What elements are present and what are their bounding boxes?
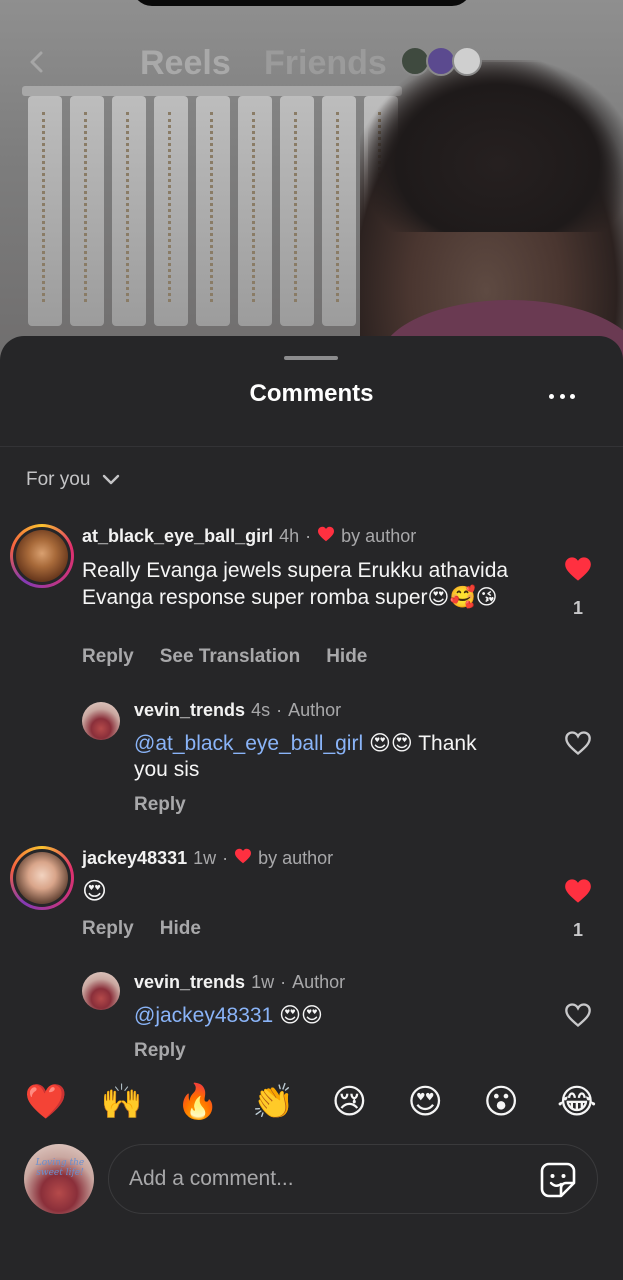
liked-by-author-badge: by author [341, 526, 417, 546]
reply-actions: Reply [134, 1040, 186, 1062]
emoji-quick-bar: ❤️ 🙌 🔥 👏 😢 😍 😮 😂 [0, 1076, 623, 1128]
emoji-fire-button[interactable]: 🔥 [176, 1080, 220, 1124]
meta-separator: · [276, 700, 283, 720]
heart-icon [318, 526, 335, 542]
comment-header: at_black_eye_ball_girl 4h · by author [82, 526, 416, 547]
sticker-icon[interactable] [539, 1161, 577, 1199]
reply-body-line2: you sis [134, 758, 200, 781]
more-dot-icon [570, 393, 575, 399]
liked-by-author-badge: by author [258, 848, 334, 868]
mention-link[interactable]: @jackey48331 [134, 1004, 273, 1027]
comment-actions: Reply Hide [82, 918, 201, 940]
heart-icon[interactable] [564, 556, 592, 582]
reply-text: @jackey48331 😍😍 [134, 1002, 534, 1029]
reply-button[interactable]: Reply [82, 918, 134, 940]
reply-header: vevin_trends 4s · Author [134, 700, 341, 721]
emoji-raising-hands-button[interactable]: 🙌 [100, 1080, 144, 1124]
reply-button[interactable]: Reply [82, 646, 134, 668]
more-dot-icon [549, 393, 554, 399]
emoji-heart-button[interactable]: ❤️ [24, 1080, 68, 1124]
mention-link[interactable]: @at_black_eye_ball_girl [134, 732, 363, 755]
reply-actions: Reply [134, 794, 186, 816]
comment-input-placeholder: Add a comment... [129, 1167, 294, 1190]
tab-reels[interactable]: Reels [140, 44, 231, 83]
comment-username[interactable]: at_black_eye_ball_girl [82, 526, 273, 547]
meta-separator: · [280, 972, 287, 992]
composer-avatar: Loving the sweet life! [24, 1144, 94, 1214]
meta-separator: · [222, 848, 229, 868]
author-badge: Author [292, 972, 346, 992]
sheet-title: Comments [249, 380, 374, 407]
emoji-crying-button[interactable]: 😢 [327, 1080, 371, 1124]
comment-filter-dropdown[interactable]: For you [26, 466, 120, 494]
comment-actions: Reply See Translation Hide [82, 646, 367, 668]
filter-label: For you [26, 469, 91, 490]
more-dot-icon [559, 393, 565, 399]
reply-header: vevin_trends 1w · Author [134, 972, 345, 993]
reply-button[interactable]: Reply [134, 794, 186, 816]
sheet-grabber-handle[interactable] [284, 356, 338, 360]
reply-emojis: 😍😍 [368, 731, 413, 755]
emoji-clap-button[interactable]: 👏 [252, 1080, 296, 1124]
hide-button[interactable]: Hide [160, 918, 201, 940]
comment-username[interactable]: jackey48331 [82, 848, 187, 869]
device-notch [132, 0, 472, 6]
header-divider [0, 446, 623, 447]
heart-outline-icon[interactable] [564, 1002, 592, 1028]
avatar[interactable] [82, 972, 120, 1010]
jewelry-display-rack [22, 82, 402, 332]
see-translation-button[interactable]: See Translation [160, 646, 300, 668]
reply-username[interactable]: vevin_trends [134, 700, 245, 721]
heart-icon[interactable] [564, 878, 592, 904]
heart-outline-icon[interactable] [564, 730, 592, 756]
reply-time: 4s [251, 700, 271, 720]
reply-text: @at_black_eye_ball_girl 😍😍 Thank you sis [134, 730, 534, 783]
like-count: 1 [572, 598, 583, 618]
reply-username[interactable]: vevin_trends [134, 972, 245, 993]
chevron-down-icon [103, 474, 120, 485]
meta-separator: · [305, 526, 312, 546]
emoji-laughing-button[interactable]: 😂 [555, 1080, 599, 1124]
reply-emojis: 😍😍 [279, 1003, 323, 1027]
comment-time: 4h [279, 526, 300, 546]
comment-time: 1w [193, 848, 217, 868]
friend-avatar [452, 46, 482, 76]
avatar-caption: Loving the sweet life! [35, 1158, 85, 1178]
reply-button[interactable]: Reply [134, 1040, 186, 1062]
more-options-button[interactable] [544, 384, 580, 408]
comments-sheet: Comments For you at_black_eye_ball_girl … [0, 336, 623, 1280]
author-badge: Author [288, 700, 342, 720]
heart-icon [235, 848, 252, 864]
reply-body: Thank [418, 732, 477, 755]
comment-emojis: 😍 [82, 877, 108, 905]
reels-top-nav: Reels Friends [0, 40, 623, 88]
avatar[interactable] [10, 524, 74, 588]
reply-time: 1w [251, 972, 275, 992]
emoji-heart-eyes-button[interactable]: 😍 [403, 1080, 447, 1124]
comment-input[interactable]: Add a comment... [108, 1144, 598, 1214]
comment-header: jackey48331 1w · by author [82, 848, 333, 869]
avatar[interactable] [10, 846, 74, 910]
comment-text: Really Evanga jewels supera Erukku athav… [82, 558, 522, 611]
like-count: 1 [572, 920, 583, 940]
friend-avatars-stack[interactable] [400, 46, 490, 78]
hide-button[interactable]: Hide [326, 646, 367, 668]
emoji-surprised-button[interactable]: 😮 [479, 1080, 523, 1124]
avatar[interactable] [82, 702, 120, 740]
comment-emojis: 😍🥰😘 [427, 585, 498, 609]
tab-friends[interactable]: Friends [264, 44, 387, 83]
back-chevron-icon[interactable] [26, 50, 50, 74]
